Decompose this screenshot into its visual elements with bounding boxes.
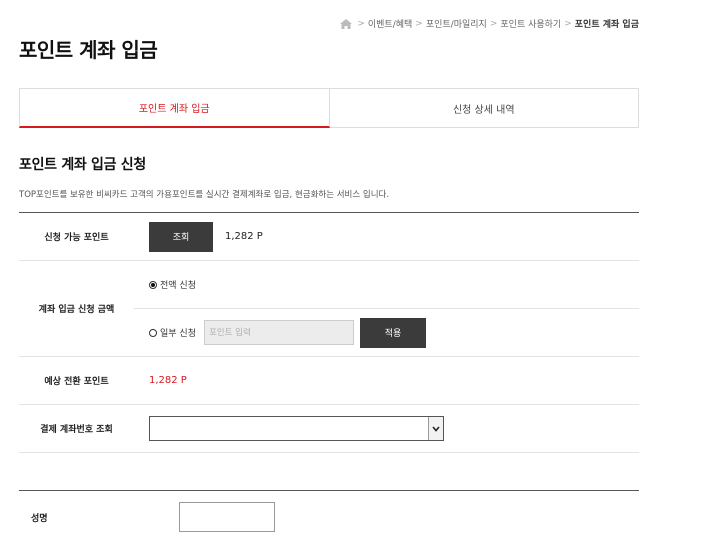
breadcrumb-separator: > <box>357 18 365 29</box>
deposit-amount-label: 계좌 입금 신청 금액 <box>19 261 134 356</box>
breadcrumb: > 이벤트/혜택 > 포인트/마일리지 > 포인트 사용하기 > 포인트 계좌 … <box>340 17 639 30</box>
chevron-down-icon[interactable] <box>428 417 443 440</box>
account-lookup-label: 결제 계좌번호 조회 <box>19 405 134 452</box>
expected-points-value: 1,282 P <box>149 375 187 386</box>
expected-points-cell: 1,282 P <box>134 357 639 404</box>
section-description: TOP포인트를 보유한 비씨카드 고객의 가용포인트를 실시간 결제계좌로 입금… <box>19 190 390 200</box>
account-lookup-row: 결제 계좌번호 조회 <box>19 405 639 453</box>
account-select[interactable] <box>149 416 444 441</box>
breadcrumb-separator: > <box>564 18 572 29</box>
tab-point-deposit[interactable]: 포인트 계좌 입금 <box>19 88 330 128</box>
page-title: 포인트 계좌 입금 <box>19 38 158 62</box>
full-request-radio[interactable] <box>149 280 157 289</box>
tab-bar: 포인트 계좌 입금 신청 상세 내역 <box>19 88 639 128</box>
breadcrumb-separator: > <box>415 18 423 29</box>
home-icon[interactable] <box>340 18 353 29</box>
account-lookup-cell <box>134 405 639 452</box>
name-input[interactable] <box>179 502 275 532</box>
breadcrumb-item-use-points[interactable]: 포인트 사용하기 <box>500 17 561 30</box>
tab-request-details[interactable]: 신청 상세 내역 <box>329 88 639 128</box>
apply-button[interactable]: 적용 <box>359 317 426 348</box>
full-request-option[interactable]: 전액 신청 <box>134 261 639 308</box>
lookup-button[interactable]: 조회 <box>149 221 213 252</box>
name-row: 성명 <box>19 491 639 543</box>
name-form: 성명 <box>19 490 639 543</box>
breadcrumb-separator: > <box>489 18 498 29</box>
deposit-amount-row: 계좌 입금 신청 금액 전액 신청 일부 신청 적용 <box>19 261 639 357</box>
deposit-form: 신청 가능 포인트 조회 1,282 P 계좌 입금 신청 금액 전액 신청 일… <box>19 212 639 453</box>
partial-request-option: 일부 신청 적용 <box>134 308 639 356</box>
expected-points-label: 예상 전환 포인트 <box>19 357 134 404</box>
expected-points-row: 예상 전환 포인트 1,282 P <box>19 357 639 405</box>
breadcrumb-item-events[interactable]: 이벤트/혜택 <box>368 17 412 30</box>
point-amount-input[interactable] <box>203 320 354 345</box>
deposit-amount-options: 전액 신청 일부 신청 적용 <box>134 261 639 356</box>
breadcrumb-current: 포인트 계좌 입금 <box>574 20 639 30</box>
full-request-label[interactable]: 전액 신청 <box>160 278 196 291</box>
available-points-row: 신청 가능 포인트 조회 1,282 P <box>19 213 639 261</box>
section-title: 포인트 계좌 입금 신청 <box>19 157 146 173</box>
partial-request-radio[interactable] <box>149 328 157 337</box>
partial-request-label[interactable]: 일부 신청 <box>160 326 196 339</box>
breadcrumb-item-points[interactable]: 포인트/마일리지 <box>426 17 487 30</box>
name-label: 성명 <box>31 513 48 524</box>
available-points-label: 신청 가능 포인트 <box>19 213 134 260</box>
available-points-cell: 조회 1,282 P <box>134 213 639 260</box>
available-points-value: 1,282 P <box>225 231 263 242</box>
